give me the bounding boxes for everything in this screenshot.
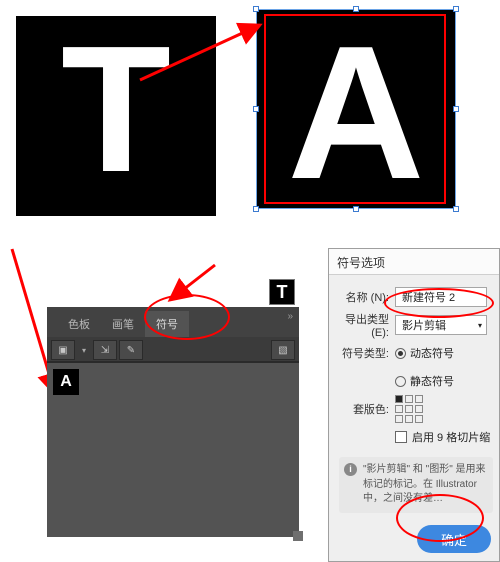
reg-cell-nw[interactable]	[395, 395, 403, 403]
symbol-item-t-glyph: T	[277, 282, 288, 303]
radio-static-symbol-label: 静态符号	[410, 373, 454, 389]
radio-static-symbol[interactable]	[395, 376, 406, 387]
canvas-object-letter-t[interactable]: T	[16, 16, 216, 216]
symbol-item-t[interactable]: T	[269, 279, 295, 305]
tab-brushes[interactable]: 画笔	[101, 311, 145, 337]
panel-collapse-icon[interactable]: »	[287, 311, 293, 322]
annotation-box-around-a	[264, 14, 446, 204]
reg-cell-e[interactable]	[415, 405, 423, 413]
glyph-t: T	[61, 38, 171, 182]
symbols-grid[interactable]: A	[47, 363, 299, 531]
chevron-down-icon: ▾	[478, 321, 482, 330]
transform-handle-nw[interactable]	[253, 6, 259, 12]
transform-handle-se[interactable]	[453, 206, 459, 212]
reg-cell-c[interactable]	[405, 405, 413, 413]
radio-dynamic-symbol-label: 动态符号	[410, 345, 454, 361]
symbol-type-label: 符号类型:	[331, 345, 395, 361]
nine-slice-label: 启用 9 格切片缩	[412, 429, 490, 445]
reg-cell-n[interactable]	[405, 395, 413, 403]
reg-cell-se[interactable]	[415, 415, 423, 423]
tab-swatches[interactable]: 色板	[57, 311, 101, 337]
toolbar-break-link-button[interactable]: ⇲	[93, 340, 117, 360]
dialog-title: 符号选项	[329, 249, 499, 275]
export-type-dropdown[interactable]: 影片剪辑 ▾	[395, 315, 487, 335]
transform-handle-s[interactable]	[353, 206, 359, 212]
transform-handle-w[interactable]	[253, 106, 259, 112]
transform-handle-sw[interactable]	[253, 206, 259, 212]
toolbar-edit-symbol-button[interactable]: ✎	[119, 340, 143, 360]
panel-resize-handle[interactable]	[293, 531, 303, 541]
toolbar-dropdown-icon[interactable]: ▾	[77, 340, 91, 360]
annotation-circle-symbols-tab	[144, 294, 230, 340]
reg-cell-ne[interactable]	[415, 395, 423, 403]
symbol-item-a-glyph: A	[60, 373, 72, 391]
registration-grid[interactable]	[395, 395, 423, 423]
export-type-value: 影片剪辑	[402, 317, 446, 333]
transform-handle-ne[interactable]	[453, 6, 459, 12]
toolbar-extra-button[interactable]: ▧	[271, 340, 295, 360]
nine-slice-checkbox[interactable]	[395, 431, 407, 443]
reg-cell-w[interactable]	[395, 405, 403, 413]
toolbar-place-symbol-button[interactable]: ▣	[51, 340, 75, 360]
reg-cell-sw[interactable]	[395, 415, 403, 423]
symbols-panel[interactable]: 色板 画笔 符号 » ▣ ▾ ⇲ ✎ ▧ T A	[47, 307, 299, 537]
symbol-item-a[interactable]: A	[53, 369, 79, 395]
panel-divider	[47, 361, 299, 363]
export-type-label: 导出类型 (E):	[331, 311, 395, 339]
annotation-circle-ok-button	[396, 494, 484, 542]
transform-handle-n[interactable]	[353, 6, 359, 12]
radio-dynamic-symbol[interactable]	[395, 348, 406, 359]
annotation-circle-name-input	[384, 288, 494, 318]
panel-toolbar: ▣ ▾ ⇲ ✎ ▧ T	[47, 337, 299, 363]
info-icon: i	[344, 463, 357, 476]
reg-cell-s[interactable]	[405, 415, 413, 423]
transform-handle-e[interactable]	[453, 106, 459, 112]
registration-label: 套版色:	[331, 401, 395, 417]
